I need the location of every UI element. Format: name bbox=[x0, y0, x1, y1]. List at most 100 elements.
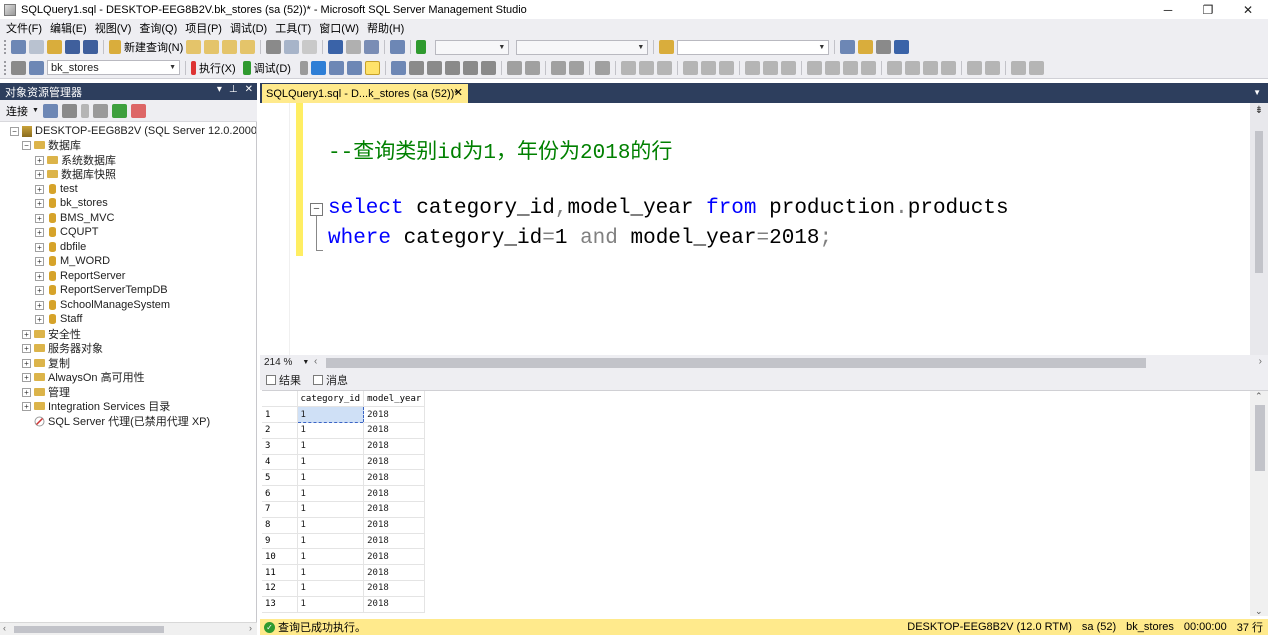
send-to-back-icon[interactable] bbox=[1028, 60, 1044, 75]
grid-cell[interactable]: 2018 bbox=[363, 564, 426, 582]
query-designer-icon[interactable] bbox=[346, 60, 362, 75]
expand-icon[interactable]: + bbox=[35, 169, 44, 179]
align-bottom-icon[interactable] bbox=[718, 60, 734, 75]
close-icon[interactable]: ✕ bbox=[245, 84, 253, 95]
tab-results[interactable]: 结果 bbox=[266, 372, 301, 388]
grid-cell[interactable]: 2018 bbox=[363, 580, 426, 597]
new-project-icon[interactable] bbox=[11, 40, 26, 54]
menu-query[interactable]: 查询(Q) bbox=[135, 20, 181, 36]
tree-node-integration-services[interactable]: + Integration Services 目录 bbox=[22, 399, 170, 413]
new-query-button[interactable]: 新建查询(N) bbox=[124, 39, 183, 55]
table-row[interactable]: 9 1 2018 bbox=[262, 533, 426, 550]
remove-h-spacing-icon[interactable] bbox=[860, 60, 876, 75]
start-icon[interactable] bbox=[416, 40, 427, 54]
properties-icon[interactable] bbox=[858, 40, 874, 54]
menu-project[interactable]: 项目(P) bbox=[181, 20, 226, 36]
grid-cell[interactable]: 2018 bbox=[363, 454, 426, 471]
grid-cell[interactable]: 1 bbox=[297, 517, 365, 534]
row-number[interactable]: 1 bbox=[262, 406, 298, 424]
tree-node-m-word[interactable]: + M_WORD bbox=[35, 254, 110, 268]
undo-icon[interactable] bbox=[328, 40, 344, 54]
grid-cell[interactable]: 1 bbox=[297, 580, 365, 597]
vertical-spacing-icon[interactable] bbox=[886, 60, 902, 75]
grid-cell[interactable]: 1 bbox=[297, 533, 365, 550]
client-stats-icon[interactable] bbox=[426, 60, 442, 75]
tree-node-bms-mvc[interactable]: + BMS_MVC bbox=[35, 211, 114, 225]
include-actual-plan-icon[interactable] bbox=[390, 60, 406, 75]
activity-monitor-icon[interactable] bbox=[390, 40, 406, 54]
grid-cell[interactable]: 1 bbox=[297, 548, 365, 566]
grid-cell[interactable]: 1 bbox=[297, 501, 365, 518]
menu-file[interactable]: 文件(F) bbox=[2, 20, 46, 36]
increase-indent-icon[interactable] bbox=[568, 60, 584, 75]
tree-node-system-databases[interactable]: + 系统数据库 bbox=[35, 153, 116, 167]
tree-node-management[interactable]: + 管理 bbox=[22, 385, 70, 399]
window-layout-icon[interactable] bbox=[894, 40, 910, 54]
chevron-down-icon[interactable]: ▼ bbox=[1253, 88, 1261, 97]
database-engine-query-icon[interactable] bbox=[186, 40, 202, 54]
tree-node-reportserver[interactable]: + ReportServer bbox=[35, 269, 125, 283]
toolbar-grip[interactable] bbox=[4, 60, 8, 75]
row-number[interactable]: 3 bbox=[262, 438, 298, 455]
redo-icon[interactable] bbox=[346, 40, 362, 54]
table-row[interactable]: 7 1 2018 bbox=[262, 501, 426, 518]
change-connection-icon[interactable] bbox=[29, 60, 44, 75]
display-estimated-plan-icon[interactable] bbox=[328, 60, 344, 75]
grid-cell[interactable]: 2018 bbox=[363, 406, 426, 424]
tree-node-reportservertempdb[interactable]: + ReportServerTempDB bbox=[35, 283, 168, 297]
tree-node-bk-stores[interactable]: + bk_stores bbox=[35, 196, 108, 210]
query-editor[interactable]: − --查询类别id为1，年份为2018的行 select category_i… bbox=[260, 103, 1268, 355]
tree-node-databases[interactable]: − 数据库 bbox=[22, 138, 81, 152]
cut-icon[interactable] bbox=[266, 40, 282, 54]
expand-icon[interactable]: + bbox=[35, 300, 44, 310]
refresh-icon[interactable] bbox=[111, 103, 127, 118]
connect-button[interactable]: 连接 bbox=[6, 103, 28, 119]
row-number[interactable]: 4 bbox=[262, 454, 298, 471]
table-row[interactable]: 1 1 2018 bbox=[262, 406, 426, 424]
grid-cell[interactable]: 2018 bbox=[363, 485, 426, 503]
expand-icon[interactable]: + bbox=[22, 358, 31, 368]
row-number[interactable]: 12 bbox=[262, 580, 298, 597]
row-number[interactable]: 9 bbox=[262, 533, 298, 550]
results-to-text-icon[interactable] bbox=[444, 60, 460, 75]
scroll-left-icon[interactable]: ‹ bbox=[314, 356, 317, 367]
find-in-files-icon[interactable] bbox=[659, 40, 675, 54]
debug-button[interactable]: 调试(D) bbox=[254, 60, 291, 76]
expand-icon[interactable]: + bbox=[22, 387, 31, 397]
table-row[interactable]: 13 1 2018 bbox=[262, 596, 426, 613]
menu-debug[interactable]: 调试(D) bbox=[226, 20, 271, 36]
remove-v-spacing-icon[interactable] bbox=[940, 60, 956, 75]
column-header[interactable]: category_id bbox=[297, 391, 365, 408]
expand-icon[interactable]: + bbox=[22, 401, 31, 411]
expand-icon[interactable]: + bbox=[22, 343, 31, 353]
results-vscrollbar[interactable]: ⌃ ⌄ bbox=[1250, 391, 1268, 616]
grid-cell[interactable]: 1 bbox=[296, 406, 365, 424]
table-row[interactable]: 4 1 2018 bbox=[262, 454, 426, 471]
grid-cell[interactable]: 2018 bbox=[363, 548, 426, 566]
comment-icon[interactable] bbox=[506, 60, 522, 75]
align-right-icon[interactable] bbox=[656, 60, 672, 75]
save-all-icon[interactable] bbox=[83, 40, 98, 54]
menu-window[interactable]: 窗口(W) bbox=[315, 20, 363, 36]
expand-icon[interactable]: + bbox=[22, 372, 31, 382]
expand-icon[interactable]: + bbox=[35, 271, 44, 281]
collapse-region-icon[interactable]: − bbox=[310, 203, 323, 216]
table-row[interactable]: 8 1 2018 bbox=[262, 517, 426, 534]
cancel-query-icon[interactable] bbox=[299, 60, 308, 75]
align-middle-icon[interactable] bbox=[700, 60, 716, 75]
tree-node-server-objects[interactable]: + 服务器对象 bbox=[22, 341, 103, 355]
dropdown-icon[interactable]: ▾ bbox=[217, 84, 222, 95]
live-stats-icon[interactable] bbox=[408, 60, 424, 75]
tools-icon[interactable] bbox=[876, 40, 892, 54]
center-vertically-icon[interactable] bbox=[984, 60, 1000, 75]
close-button[interactable]: ✕ bbox=[1228, 0, 1268, 19]
align-center-icon[interactable] bbox=[638, 60, 654, 75]
chevron-down-icon[interactable]: ▼ bbox=[32, 107, 39, 114]
collapse-icon[interactable]: − bbox=[10, 126, 19, 136]
table-row[interactable]: 3 1 2018 bbox=[262, 438, 426, 455]
object-explorer-hscrollbar[interactable]: ‹ › bbox=[0, 622, 257, 635]
tree-node-test[interactable]: + test bbox=[35, 182, 78, 196]
grid-cell[interactable]: 2018 bbox=[363, 533, 426, 550]
table-row[interactable]: 6 1 2018 bbox=[262, 485, 426, 503]
horizontal-spacing-icon[interactable] bbox=[806, 60, 822, 75]
